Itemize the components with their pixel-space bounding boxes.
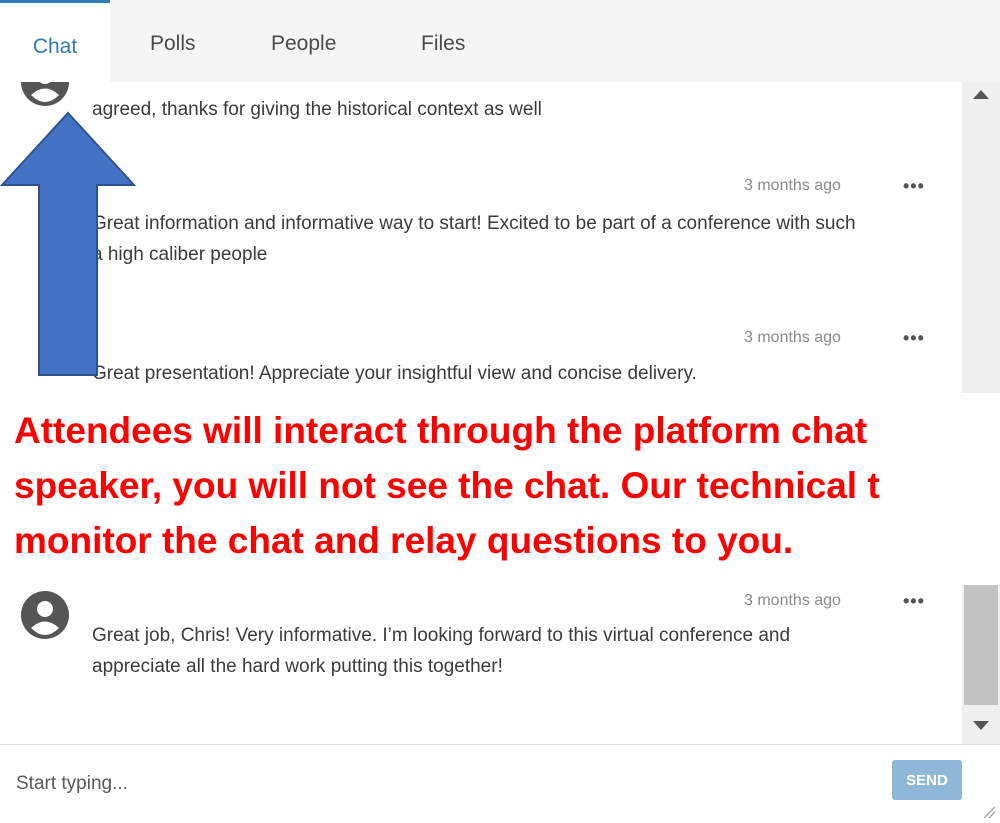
user-avatar-icon [21,82,69,106]
user-avatar-icon [21,591,69,639]
message-text: Great presentation! Appreciate your insi… [92,363,697,384]
more-options-icon[interactable]: ••• [903,176,925,197]
arrow-up-icon[interactable] [973,90,989,99]
annotation-banner: Attendees will interact through the plat… [0,393,1000,585]
message-text: agreed, thanks for giving the historical… [92,99,542,120]
message-timestamp: 3 months ago [744,177,841,194]
annotation-text: Attendees will interact through the plat… [14,403,1000,568]
annotation-line: monitor the chat and relay questions to … [14,520,794,561]
send-button[interactable]: SEND [892,760,962,800]
tab-polls[interactable]: Polls [150,0,196,82]
resize-handle-icon[interactable] [982,805,996,819]
arrow-down-icon[interactable] [973,721,989,730]
up-arrow-icon [0,111,136,376]
annotation-line: speaker, you will not see the chat. Our … [14,465,880,506]
message-composer: SEND [0,744,1000,823]
scrollbar-thumb[interactable] [964,582,998,705]
tab-bar: Chat Polls People Files [0,0,1000,82]
tab-people[interactable]: People [271,0,336,82]
message-text: Great information and informative way to… [92,213,856,265]
message-text: Great job, Chris! Very informative. I’m … [92,625,791,677]
more-options-icon[interactable]: ••• [903,591,925,612]
tab-chat[interactable]: Chat [0,0,110,82]
message-timestamp: 3 months ago [744,329,841,346]
more-options-icon[interactable]: ••• [903,328,925,349]
annotation-line: Attendees will interact through the plat… [14,410,868,451]
message-timestamp: 3 months ago [744,592,841,609]
message-input[interactable] [14,757,868,811]
tab-files[interactable]: Files [421,0,465,82]
